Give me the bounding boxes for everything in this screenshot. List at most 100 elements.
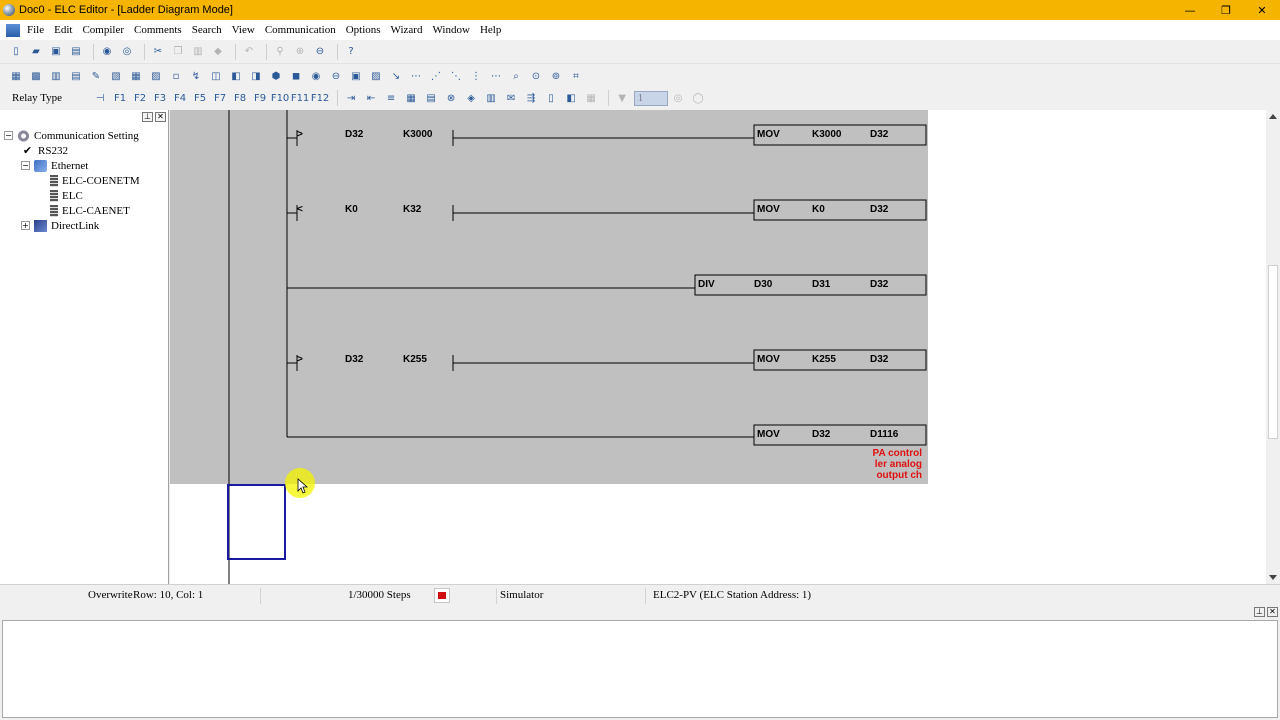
ladder-tool-25-icon[interactable]: ⋯ <box>488 68 504 84</box>
ladder-tool-22-icon[interactable]: ⋰ <box>428 68 444 84</box>
scroll-up-icon[interactable] <box>1269 114 1277 119</box>
pin-icon[interactable]: ⊥ <box>142 112 153 122</box>
minimize-button[interactable]: — <box>1172 0 1208 20</box>
menu-search[interactable]: Search <box>187 24 227 36</box>
ladder-tool-3-icon[interactable]: ▥ <box>48 68 64 84</box>
ladder-tool-10-icon[interactable]: ↯ <box>188 68 204 84</box>
ladder-tool-15-icon[interactable]: ◼ <box>288 68 304 84</box>
undo-icon[interactable]: ↶ <box>241 44 257 60</box>
zoom-out-icon[interactable]: ⊖ <box>312 44 328 60</box>
menu-options[interactable]: Options <box>341 24 386 36</box>
tree-item-elc-coenetm[interactable]: ELC-COENETM <box>50 173 140 188</box>
cell-cursor[interactable] <box>227 484 286 560</box>
ladder-tool-1-icon[interactable]: ▦ <box>8 68 24 84</box>
relay-tool-5-icon[interactable]: F4 <box>172 90 188 106</box>
ladder-tool-6-icon[interactable]: ▧ <box>108 68 124 84</box>
step-input[interactable]: 1 <box>634 90 669 106</box>
find-icon[interactable]: ⚲ <box>272 44 288 60</box>
menu-edit[interactable]: Edit <box>49 24 77 36</box>
ladder-tool-12-icon[interactable]: ◧ <box>228 68 244 84</box>
menu-help[interactable]: Help <box>475 24 506 36</box>
menu-window[interactable]: Window <box>427 24 474 36</box>
relay-tool-23-icon[interactable]: ⇶ <box>523 90 539 106</box>
tree-item-rs232[interactable]: ✔ RS232 <box>21 143 140 158</box>
help-icon[interactable]: ? <box>343 44 359 60</box>
relay-tool-29-icon[interactable]: ◎ <box>670 90 686 106</box>
paste-icon[interactable]: ▥ <box>190 44 206 60</box>
ladder-tool-17-icon[interactable]: ⊖ <box>328 68 344 84</box>
ladder-tool-28-icon[interactable]: ⊚ <box>548 68 564 84</box>
ladder-tool-9-icon[interactable]: ▫ <box>168 68 184 84</box>
relay-tool-24-icon[interactable]: ▯ <box>543 90 559 106</box>
relay-tool-4-icon[interactable]: F3 <box>152 90 168 106</box>
scroll-down-icon[interactable] <box>1269 575 1277 580</box>
ladder-editor[interactable]: > D32 K3000 MOV K3000 D32 < K0 K32 MOV K… <box>170 110 1266 584</box>
disconnect-icon[interactable]: ◎ <box>119 44 135 60</box>
relay-tool-28-icon[interactable]: ▼ <box>614 90 630 106</box>
ladder-tool-26-icon[interactable]: ⌕ <box>508 68 524 84</box>
print-icon[interactable]: ▤ <box>68 44 84 60</box>
ladder-tool-20-icon[interactable]: ↘ <box>388 68 404 84</box>
relay-tool-19-icon[interactable]: ⊗ <box>443 90 459 106</box>
delete-icon[interactable]: ◆ <box>210 44 226 60</box>
vertical-scrollbar[interactable] <box>1266 110 1280 584</box>
ladder-tool-5-icon[interactable]: ✎ <box>88 68 104 84</box>
relay-tool-30-icon[interactable]: ◯ <box>690 90 706 106</box>
tree-item-directlink[interactable]: + DirectLink <box>21 218 140 233</box>
save-icon[interactable]: ▣ <box>48 44 64 60</box>
relay-tool-6-icon[interactable]: F5 <box>192 90 208 106</box>
ladder-tool-29-icon[interactable]: ⌗ <box>568 68 584 84</box>
ladder-tool-11-icon[interactable]: ◫ <box>208 68 224 84</box>
menu-comments[interactable]: Comments <box>129 24 187 36</box>
ladder-tool-2-icon[interactable]: ▩ <box>28 68 44 84</box>
new-file-icon[interactable]: ▯ <box>8 44 24 60</box>
tree-root[interactable]: − Communication Setting <box>4 128 140 143</box>
relay-tool-21-icon[interactable]: ▥ <box>483 90 499 106</box>
relay-tool-11-icon[interactable]: F11 <box>291 90 309 106</box>
relay-tool-16-icon[interactable]: ≡ <box>383 90 399 106</box>
ladder-tool-7-icon[interactable]: ▦ <box>128 68 144 84</box>
relay-tool-1-icon[interactable]: ⊣ <box>92 90 108 106</box>
maximize-button[interactable]: ❐ <box>1208 0 1244 20</box>
collapse-icon[interactable]: − <box>21 161 30 170</box>
rung-2[interactable] <box>287 199 927 221</box>
expand-icon[interactable]: + <box>21 221 30 230</box>
relay-tool-2-icon[interactable]: F1 <box>112 90 128 106</box>
connect-icon[interactable]: ◉ <box>99 44 115 60</box>
relay-tool-15-icon[interactable]: ⇤ <box>363 90 379 106</box>
menu-compiler[interactable]: Compiler <box>77 24 129 36</box>
ladder-tool-27-icon[interactable]: ⊙ <box>528 68 544 84</box>
ladder-tool-24-icon[interactable]: ⋮ <box>468 68 484 84</box>
relay-tool-9-icon[interactable]: F9 <box>252 90 268 106</box>
tree-item-ethernet[interactable]: − Ethernet <box>21 158 140 173</box>
menu-view[interactable]: View <box>227 24 260 36</box>
close-button[interactable]: ✕ <box>1244 0 1280 20</box>
menu-communication[interactable]: Communication <box>260 24 341 36</box>
open-file-icon[interactable]: ▰ <box>28 44 44 60</box>
relay-tool-22-icon[interactable]: ✉ <box>503 90 519 106</box>
ladder-tool-19-icon[interactable]: ▨ <box>368 68 384 84</box>
tree-item-elc-caenet[interactable]: ELC-CAENET <box>50 203 140 218</box>
relay-tool-20-icon[interactable]: ◈ <box>463 90 479 106</box>
relay-tool-8-icon[interactable]: F8 <box>232 90 248 106</box>
ladder-tool-16-icon[interactable]: ◉ <box>308 68 324 84</box>
collapse-icon[interactable]: − <box>4 131 13 140</box>
relay-tool-7-icon[interactable]: F7 <box>212 90 228 106</box>
copy-icon[interactable]: ❐ <box>170 44 186 60</box>
scroll-thumb[interactable] <box>1268 265 1278 439</box>
close-pane-icon[interactable]: ✕ <box>1267 607 1278 617</box>
close-pane-icon[interactable]: ✕ <box>155 112 166 122</box>
ladder-tool-18-icon[interactable]: ▣ <box>348 68 364 84</box>
zoom-in-icon[interactable]: ⊕ <box>292 44 308 60</box>
relay-tool-10-icon[interactable]: F10 <box>271 90 289 106</box>
relay-tool-17-icon[interactable]: ▦ <box>403 90 419 106</box>
ladder-tool-13-icon[interactable]: ◨ <box>248 68 264 84</box>
relay-tool-3-icon[interactable]: F2 <box>132 90 148 106</box>
ladder-tool-21-icon[interactable]: ⋯ <box>408 68 424 84</box>
document-icon[interactable] <box>6 23 20 37</box>
menu-wizard[interactable]: Wizard <box>386 24 428 36</box>
output-pane[interactable] <box>2 620 1278 718</box>
relay-tool-18-icon[interactable]: ▤ <box>423 90 439 106</box>
menu-file[interactable]: File <box>22 24 49 36</box>
cut-icon[interactable]: ✂ <box>150 44 166 60</box>
